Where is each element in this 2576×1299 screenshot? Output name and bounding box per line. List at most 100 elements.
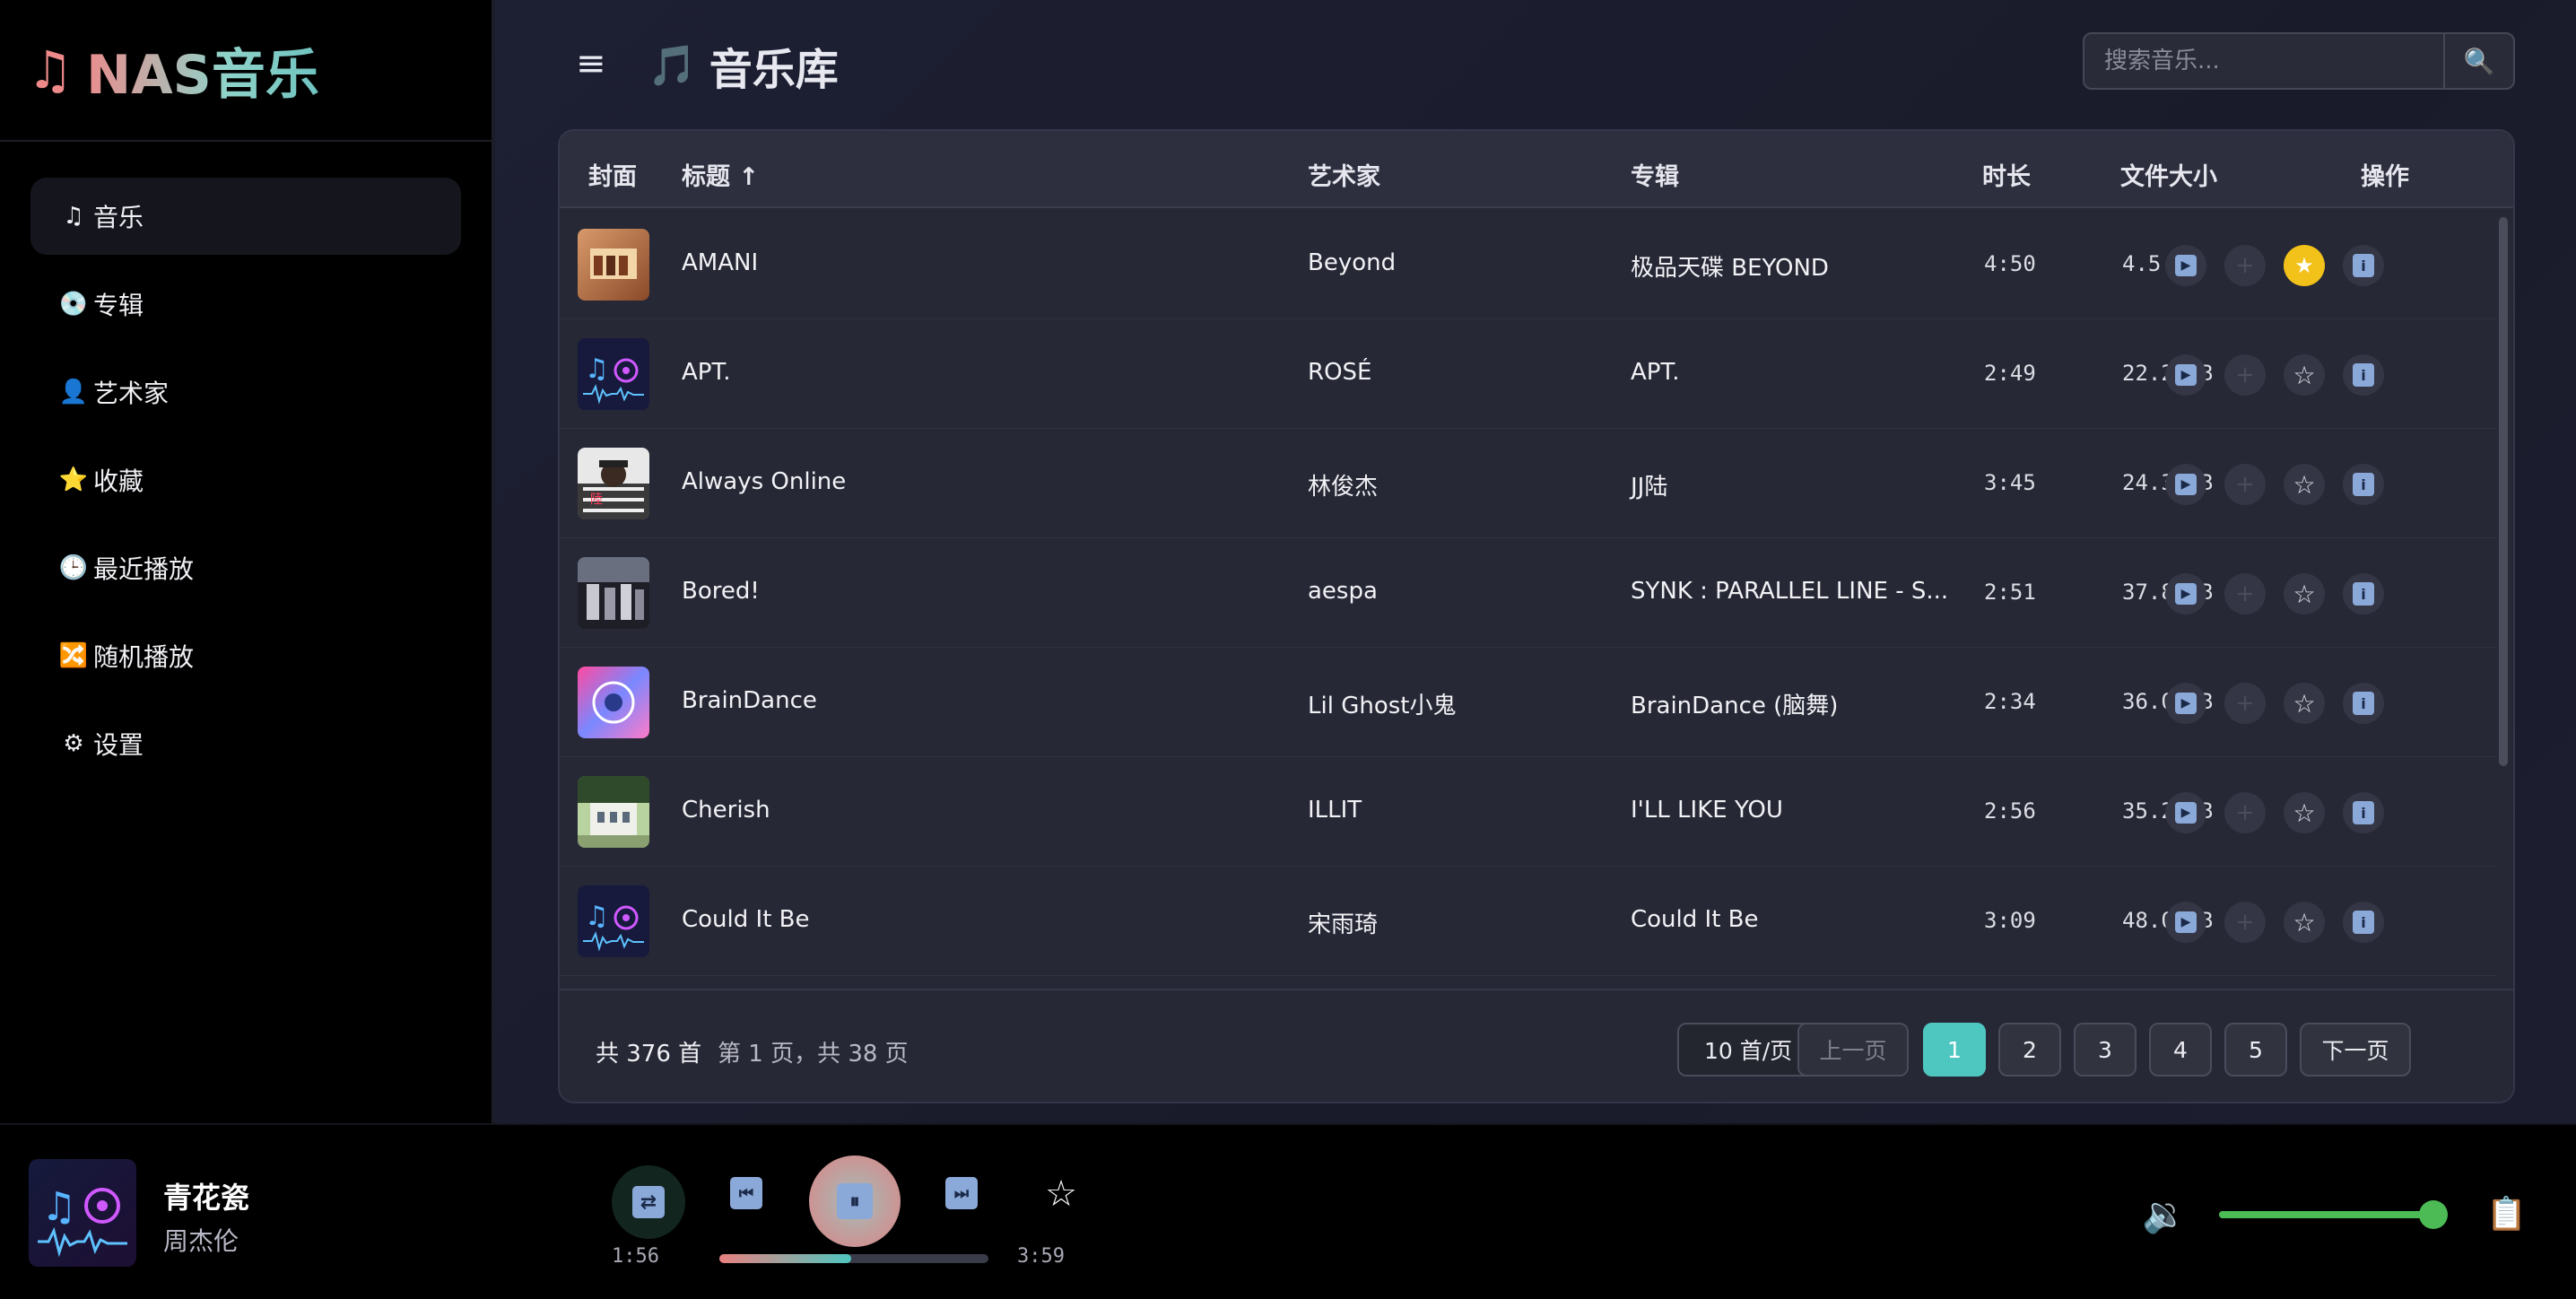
volume-fill — [2219, 1211, 2434, 1218]
column-header-album[interactable]: 专辑 — [1631, 157, 1679, 192]
sidebar-item-label: 设置 — [93, 730, 144, 760]
sidebar-item-albums[interactable]: 💿 专辑 — [30, 266, 461, 343]
next-page-button[interactable]: 下一页 — [2300, 1023, 2411, 1077]
album-cover[interactable]: ♫ — [578, 338, 649, 410]
table-row[interactable]: AMANI Beyond 极品天碟 BEYOND 4:50 4.5 MB ▶ +… — [560, 210, 2497, 319]
scrollbar-thumb[interactable] — [2499, 217, 2508, 766]
column-header-artist[interactable]: 艺术家 — [1308, 157, 1380, 192]
play-button[interactable]: ▶ — [2165, 354, 2206, 396]
table-scrollbar[interactable] — [2497, 217, 2510, 886]
play-button[interactable]: ▶ — [2165, 245, 2206, 286]
info-button[interactable]: i — [2343, 354, 2384, 396]
add-to-playlist-button[interactable]: + — [2224, 245, 2266, 286]
info-button[interactable]: i — [2343, 902, 2384, 943]
add-to-playlist-button[interactable]: + — [2224, 683, 2266, 724]
play-button[interactable]: ▶ — [2165, 573, 2206, 615]
track-title: Always Online — [682, 468, 847, 495]
add-to-playlist-button[interactable]: + — [2224, 792, 2266, 833]
play-button[interactable]: ▶ — [2165, 464, 2206, 505]
volume-slider[interactable] — [2219, 1200, 2449, 1229]
table-row[interactable]: ♫ Could It Be 宋雨琦 Could It Be 3:09 48.0 … — [560, 867, 2497, 976]
sidebar-item-settings[interactable]: ⚙ 设置 — [30, 705, 461, 782]
main-content: ≡ 🎵 音乐库 🔍 封面 标题 ↑ 艺术家 专辑 时长 文件大小 操作 AMAN… — [495, 0, 2576, 1123]
info-button[interactable]: i — [2343, 464, 2384, 505]
favorite-star-icon[interactable]: ☆ — [2284, 683, 2325, 724]
track-duration: 2:49 — [1984, 361, 2036, 386]
previous-track-button[interactable]: ⏮ — [728, 1175, 764, 1211]
info-button[interactable]: i — [2343, 792, 2384, 833]
search-icon: 🔍 — [2463, 46, 2495, 76]
volume-knob[interactable] — [2419, 1200, 2449, 1229]
track-duration: 3:45 — [1984, 470, 2036, 495]
sidebar-item-label: 最近播放 — [93, 554, 195, 584]
play-pause-button[interactable]: ⏸ — [809, 1155, 901, 1247]
album-cover[interactable] — [578, 229, 649, 301]
shuffle-button[interactable]: ⇄ — [612, 1165, 685, 1239]
favorite-star-icon[interactable]: ☆ — [2284, 354, 2325, 396]
favorite-star-icon[interactable]: ☆ — [2284, 464, 2325, 505]
column-header-duration[interactable]: 时长 — [1982, 157, 2031, 192]
album-cover[interactable] — [578, 776, 649, 848]
volume-icon[interactable]: 🔉 — [2142, 1193, 2187, 1235]
add-to-playlist-button[interactable]: + — [2224, 464, 2266, 505]
sidebar-item-music[interactable]: ♫ 音乐 — [30, 178, 461, 255]
table-row[interactable]: BrainDance Lil Ghost小鬼 BrainDance (脑舞) 2… — [560, 648, 2497, 757]
page-button-3[interactable]: 3 — [2074, 1023, 2137, 1077]
track-duration: 4:50 — [1984, 251, 2036, 276]
album-cover[interactable] — [578, 667, 649, 738]
info-icon: i — [2353, 254, 2374, 277]
track-album: APT. — [1631, 359, 1680, 386]
search-input[interactable] — [2083, 32, 2445, 90]
page-button-2[interactable]: 2 — [1998, 1023, 2061, 1077]
playlist-icon[interactable]: 📋 — [2486, 1195, 2527, 1233]
play-icon: ▶ — [2175, 364, 2197, 386]
favorite-star-icon[interactable]: ☆ — [1040, 1173, 1082, 1215]
sidebar-item-artists[interactable]: 👤 艺术家 — [30, 353, 461, 431]
brand-logo[interactable]: ♫ NAS音乐 — [0, 0, 492, 142]
sidebar-item-favorites[interactable]: ⭐ 收藏 — [30, 441, 461, 519]
prev-page-button[interactable]: 上一页 — [1797, 1023, 1909, 1077]
pagination-bar: 共 376 首 第 1 页，共 38 页 10 首/页 ⌄ 上一页 1 2 3 … — [560, 989, 2513, 1102]
music-note-icon: ♫ — [63, 203, 84, 230]
page-button-4[interactable]: 4 — [2149, 1023, 2212, 1077]
search-button[interactable]: 🔍 — [2443, 32, 2515, 90]
favorite-star-icon[interactable]: ☆ — [2284, 902, 2325, 943]
album-cover[interactable]: ♫ — [578, 885, 649, 957]
progress-bar[interactable] — [719, 1254, 988, 1263]
column-header-size[interactable]: 文件大小 — [2120, 157, 2217, 192]
track-title: Cherish — [682, 797, 770, 824]
table-row[interactable]: 陸 Always Online 林俊杰 JJ陆 3:45 24.3 MB ▶ +… — [560, 429, 2497, 538]
table-row[interactable]: Bored! aespa SYNK : PARALLEL LINE - S...… — [560, 538, 2497, 648]
sidebar-item-label: 艺术家 — [93, 379, 170, 408]
info-button[interactable]: i — [2343, 245, 2384, 286]
info-button[interactable]: i — [2343, 573, 2384, 615]
column-header-title[interactable]: 标题 ↑ — [682, 157, 759, 192]
play-button[interactable]: ▶ — [2165, 902, 2206, 943]
page-title: 🎵 音乐库 — [648, 34, 839, 97]
favorite-star-icon[interactable]: ☆ — [2284, 573, 2325, 615]
favorite-star-icon[interactable]: ☆ — [2284, 792, 2325, 833]
skip-previous-icon: ⏮ — [730, 1177, 762, 1209]
next-track-button[interactable]: ⏭ — [944, 1175, 979, 1211]
play-icon: ▶ — [2175, 583, 2197, 605]
favorite-star-icon[interactable]: ★ — [2284, 245, 2325, 286]
sidebar-item-shuffle[interactable]: 🔀 随机播放 — [30, 617, 461, 694]
table-row[interactable]: ♫ APT. ROSÉ APT. 2:49 22.2 MB ▶ + ☆ i — [560, 319, 2497, 429]
sidebar-item-recent[interactable]: 🕒 最近播放 — [30, 529, 461, 606]
album-cover[interactable] — [578, 557, 649, 629]
info-button[interactable]: i — [2343, 683, 2384, 724]
page-button-1[interactable]: 1 — [1923, 1023, 1986, 1077]
add-to-playlist-button[interactable]: + — [2224, 573, 2266, 615]
now-playing-cover[interactable]: ♫ — [29, 1159, 136, 1267]
info-icon: i — [2353, 801, 2374, 824]
add-to-playlist-button[interactable]: + — [2224, 354, 2266, 396]
now-playing-artist: 周杰伦 — [163, 1226, 239, 1256]
track-duration: 2:34 — [1984, 689, 2036, 714]
menu-icon[interactable]: ≡ — [576, 43, 606, 84]
table-row[interactable]: Cherish ILLIT I'LL LIKE YOU 2:56 35.2 MB… — [560, 757, 2497, 867]
play-button[interactable]: ▶ — [2165, 683, 2206, 724]
add-to-playlist-button[interactable]: + — [2224, 902, 2266, 943]
page-button-5[interactable]: 5 — [2224, 1023, 2287, 1077]
play-button[interactable]: ▶ — [2165, 792, 2206, 833]
album-cover[interactable]: 陸 — [578, 448, 649, 519]
